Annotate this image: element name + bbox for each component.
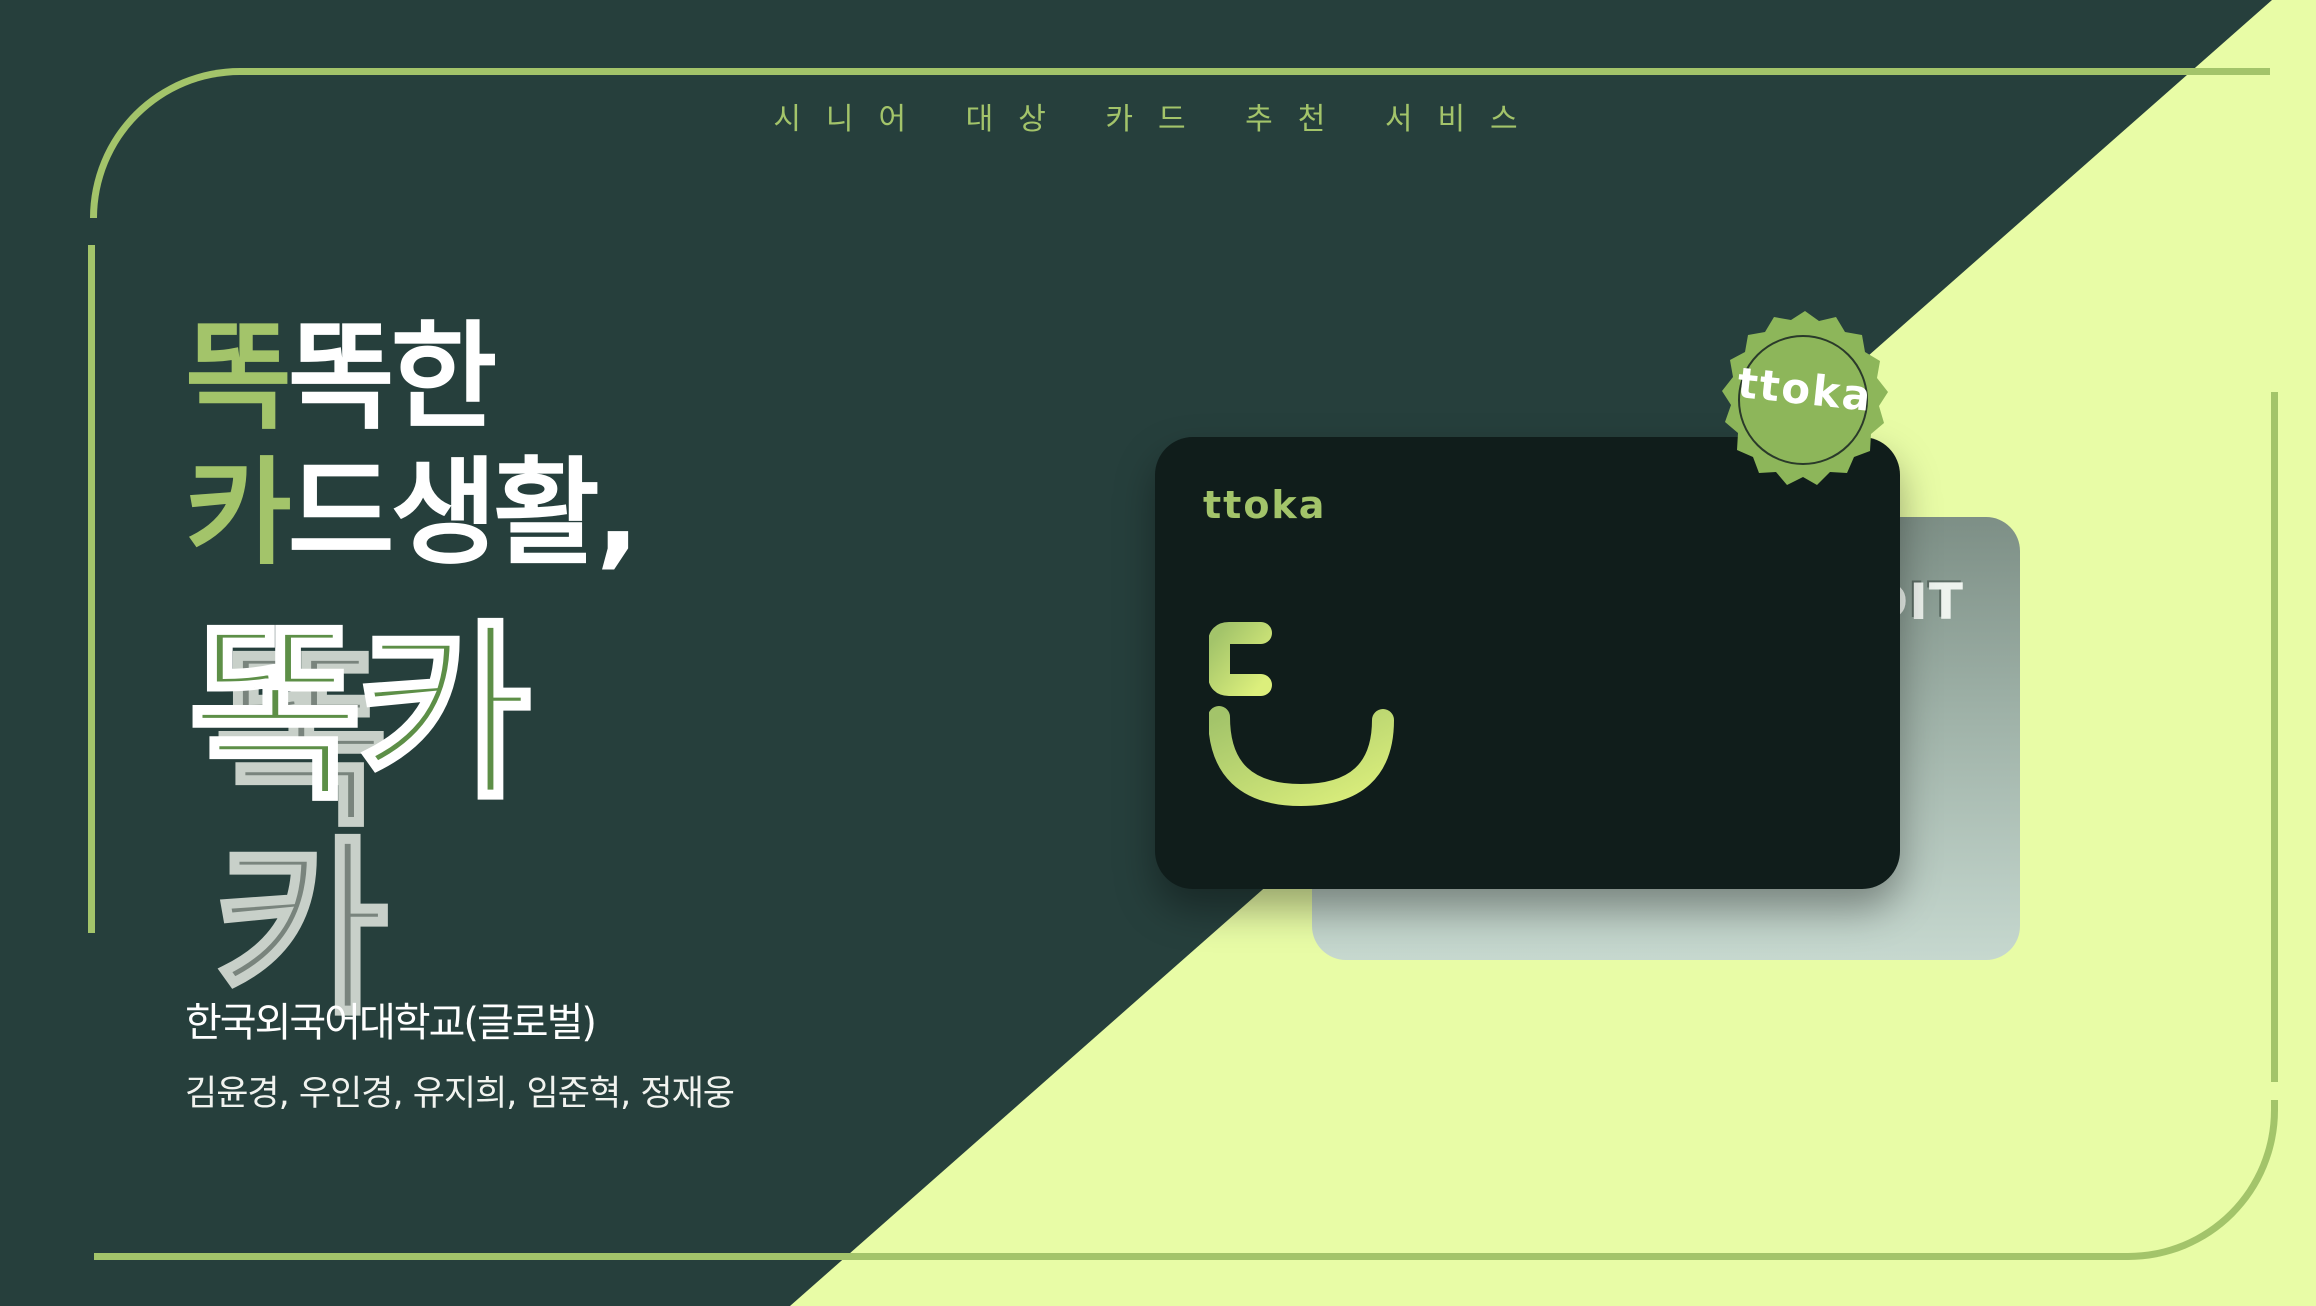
card-brand-label: ttoka [1203, 483, 1327, 527]
frame-left-line [88, 245, 95, 933]
headline-line-1: 똑똑한 [185, 310, 636, 446]
school-name: 한국외국어대학교(글로벌) [185, 1000, 597, 1046]
headline-line-2-rest: 드생활, [287, 446, 640, 581]
front-credit-card: ttoka [1155, 437, 1900, 889]
headline: 똑똑한 카드생활, [185, 310, 640, 582]
frame-bottom-line [94, 1100, 2278, 1260]
headline-line-1-rest: 똑한 [287, 310, 497, 445]
page-subtitle: 시니어 대상 카드 추천 서비스 [773, 102, 1543, 137]
frame-right-line [2271, 392, 2278, 1082]
frame-top-line [90, 68, 2270, 218]
ttoka-seal-badge: ttoka [1707, 307, 1903, 503]
headline-line-2-accent: 카 [185, 446, 292, 581]
headline-line-1-accent: 똑 [185, 310, 292, 445]
brand-title: 똑카 똑카 [186, 604, 534, 1028]
ttoka-logo-icon [1208, 615, 1399, 819]
brand-title-text: 똑카 [186, 604, 534, 825]
team-members: 김윤경, 우인경, 유지희, 임준혁, 정재웅 [185, 1074, 735, 1114]
headline-line-2: 카드생활, [185, 446, 640, 582]
